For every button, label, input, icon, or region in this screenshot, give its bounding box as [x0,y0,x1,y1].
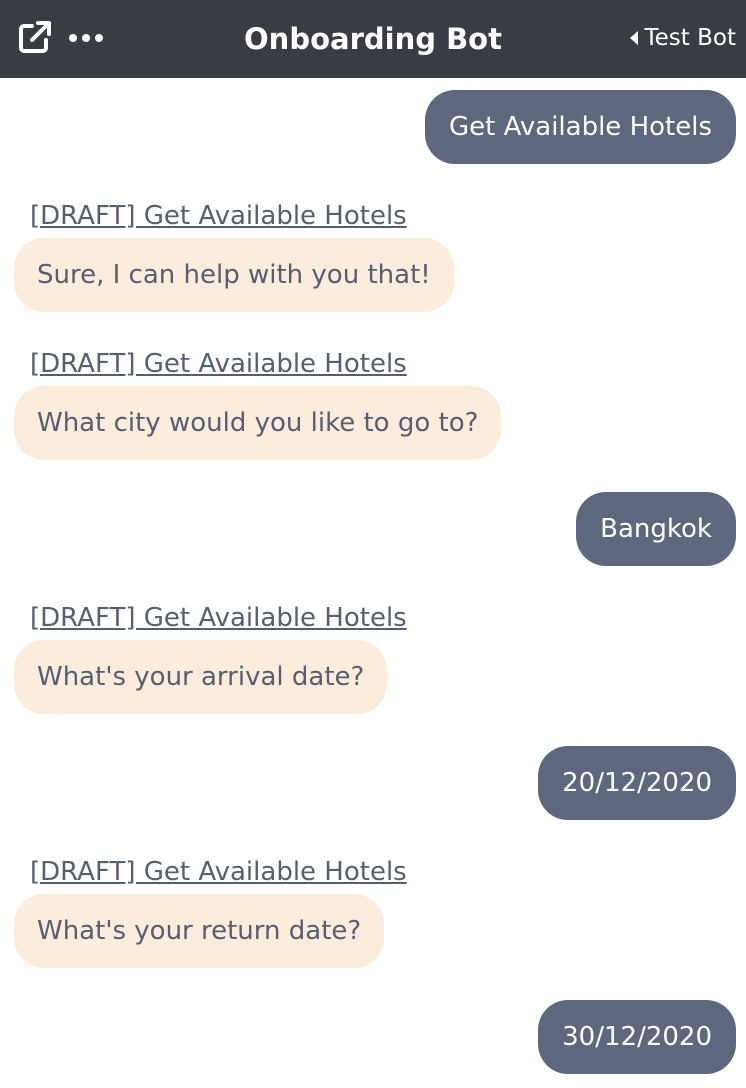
chat-transcript[interactable]: Get Available Hotels [DRAFT] Get Availab… [0,78,746,1088]
bot-message: What's your return date? [14,894,385,968]
user-message: Get Available Hotels [425,90,736,164]
back-to-test-bot-link[interactable]: Test Bot [629,22,736,54]
bot-source-link[interactable]: [DRAFT] Get Available Hotels [30,347,407,381]
user-message: Bangkok [576,492,736,566]
back-link-label: Test Bot [644,25,736,51]
header-bar: Onboarding Bot Test Bot [0,0,746,78]
back-caret-icon [629,31,638,45]
external-link-icon[interactable] [18,20,52,54]
more-icon[interactable] [68,26,104,50]
bot-message: Sure, I can help with you that! [14,238,454,312]
bot-source-link[interactable]: [DRAFT] Get Available Hotels [30,855,407,889]
user-message: 20/12/2020 [538,746,736,820]
bot-source-link[interactable]: [DRAFT] Get Available Hotels [30,199,407,233]
bot-source-link[interactable]: [DRAFT] Get Available Hotels [30,601,407,635]
user-message: 30/12/2020 [538,1000,736,1074]
bot-message: What's your arrival date? [14,640,388,714]
bot-message: What city would you like to go to? [14,386,502,460]
